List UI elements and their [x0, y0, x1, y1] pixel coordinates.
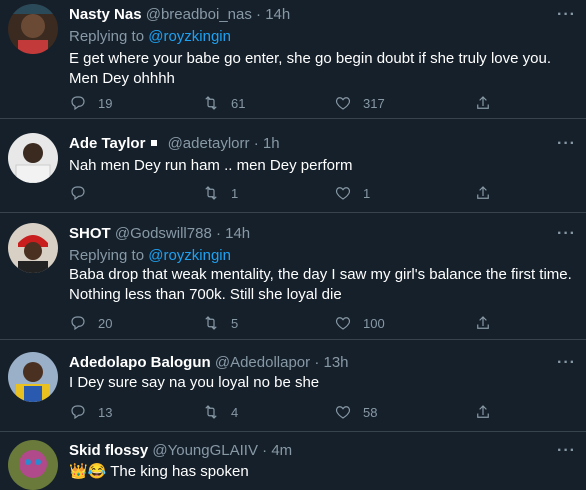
reply-count: 20 — [98, 315, 113, 331]
timestamp[interactable]: 14h — [225, 225, 250, 242]
avatar[interactable] — [8, 440, 58, 490]
tweet-text: Baba drop that weak mentality, the day I… — [69, 266, 572, 303]
like-count: 317 — [363, 95, 385, 111]
reply-count: 13 — [98, 404, 113, 420]
reply-button[interactable]: 13 — [69, 402, 112, 422]
separator-dot: · — [314, 354, 320, 371]
timestamp[interactable]: 14h — [265, 6, 290, 23]
separator-dot: · — [253, 135, 259, 152]
replying-to-link[interactable]: @royzkingin — [148, 28, 231, 45]
replying-prefix: Replying to — [69, 247, 149, 264]
tweet-actions: 13 4 58 — [69, 402, 499, 422]
separator-dot: · — [256, 6, 262, 23]
share-icon — [477, 186, 489, 199]
share-button[interactable] — [474, 93, 492, 113]
more-icon[interactable]: ··· — [557, 225, 576, 243]
share-icon — [477, 316, 489, 329]
tweet-text: Nah men Dey run ham .. men Dey perform — [69, 157, 353, 174]
share-button[interactable] — [474, 402, 492, 422]
display-name[interactable]: Skid flossy — [69, 442, 148, 459]
retweet-button[interactable]: 4 — [202, 402, 238, 422]
avatar[interactable] — [8, 352, 58, 402]
like-icon — [335, 97, 351, 110]
like-button[interactable]: 317 — [334, 93, 385, 113]
retweet-count: 1 — [231, 185, 239, 201]
retweet-count: 5 — [231, 315, 239, 331]
like-count: 1 — [363, 185, 371, 201]
replying-prefix: Replying to — [69, 28, 149, 45]
tweet-4[interactable]: Adedolapo Balogun @Adedollapor · 13h ···… — [0, 340, 586, 431]
display-name[interactable]: Ade Taylor — [69, 135, 145, 152]
retweet-icon — [205, 186, 217, 200]
tweet-3[interactable]: SHOT @Godswill788 · 14h ··· Replying to … — [0, 213, 586, 339]
like-icon — [335, 317, 351, 330]
reply-icon — [71, 316, 85, 331]
timestamp[interactable]: 1h — [263, 135, 280, 152]
retweet-count: 61 — [231, 95, 246, 111]
user-handle[interactable]: @adetaylorr — [168, 135, 250, 152]
tweet-text: E get where your babe go enter, she go b… — [69, 50, 551, 87]
like-button[interactable]: 100 — [334, 313, 385, 333]
separator-dot: · — [262, 442, 268, 459]
tweet-2[interactable]: Ade Taylor @adetaylorr · 1h ··· Nah men … — [0, 119, 586, 212]
tweet-5[interactable]: Skid flossy @YoungGLAIIV · 4m ··· 👑😂 The… — [0, 432, 586, 490]
like-icon — [335, 187, 351, 200]
display-name[interactable]: Adedolapo Balogun — [69, 354, 211, 371]
reply-button[interactable]: 20 — [69, 313, 112, 333]
tweet-actions: 20 5 100 — [69, 313, 499, 333]
retweet-button[interactable]: 5 — [202, 313, 238, 333]
like-button[interactable]: 1 — [334, 183, 370, 203]
badge-icon — [151, 140, 158, 147]
more-icon[interactable]: ··· — [557, 354, 576, 372]
avatar[interactable] — [8, 4, 58, 54]
reply-button[interactable] — [69, 183, 98, 203]
tweet-actions: 19 61 317 — [69, 93, 499, 113]
retweet-button[interactable]: 61 — [202, 93, 245, 113]
tweet-actions: 1 1 — [69, 183, 499, 203]
display-name[interactable]: SHOT — [69, 225, 111, 242]
share-icon — [477, 96, 489, 109]
avatar[interactable] — [8, 133, 58, 183]
replying-to: Replying to @royzkingin — [69, 247, 231, 264]
retweet-icon — [205, 405, 217, 419]
user-handle[interactable]: @Adedollapor — [215, 354, 310, 371]
reply-button[interactable]: 19 — [69, 93, 112, 113]
share-icon — [477, 405, 489, 418]
tweet-text: 👑😂 The king has spoken — [69, 463, 249, 480]
retweet-icon — [205, 316, 217, 330]
timestamp[interactable]: 4m — [271, 442, 292, 459]
reply-icon — [71, 186, 85, 201]
like-count: 100 — [363, 315, 385, 331]
timestamp[interactable]: 13h — [323, 354, 348, 371]
avatar[interactable] — [8, 223, 58, 273]
like-count: 58 — [363, 404, 378, 420]
tweet-text: I Dey sure say na you loyal no be she — [69, 374, 320, 391]
retweet-button[interactable]: 1 — [202, 183, 238, 203]
retweet-count: 4 — [231, 404, 239, 420]
user-handle[interactable]: @YoungGLAIIV — [152, 442, 258, 459]
separator-dot: · — [215, 225, 221, 242]
retweet-icon — [205, 96, 217, 110]
share-button[interactable] — [474, 183, 492, 203]
like-button[interactable]: 58 — [334, 402, 377, 422]
more-icon[interactable]: ··· — [557, 442, 576, 460]
user-handle[interactable]: @breadboi_nas — [146, 6, 252, 23]
replying-to: Replying to @royzkingin — [69, 28, 231, 45]
display-name[interactable]: Nasty Nas — [69, 6, 142, 23]
user-handle[interactable]: @Godswill788 — [115, 225, 212, 242]
like-icon — [335, 406, 351, 419]
reply-icon — [71, 96, 85, 111]
more-icon[interactable]: ··· — [557, 6, 576, 24]
replying-to-link[interactable]: @royzkingin — [148, 247, 231, 264]
more-icon[interactable]: ··· — [557, 135, 576, 153]
tweet-1[interactable]: Nasty Nas @breadboi_nas · 14h ··· Replyi… — [0, 0, 586, 118]
reply-count: 19 — [98, 95, 113, 111]
reply-icon — [71, 405, 85, 420]
share-button[interactable] — [474, 313, 492, 333]
